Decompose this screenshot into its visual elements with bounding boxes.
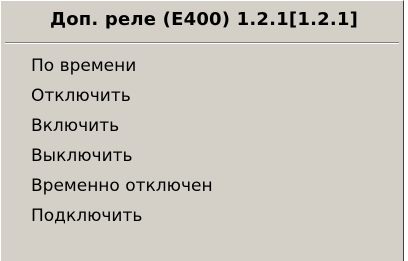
menu-item-enable[interactable]: Включить <box>1 111 403 141</box>
menu-item-turn-off[interactable]: Выключить <box>1 141 403 171</box>
context-menu: Доп. реле (E400) 1.2.1[1.2.1] По времени… <box>0 0 404 261</box>
menu-item-temporarily-disabled[interactable]: Временно отключен <box>1 171 403 201</box>
menu-item-by-time[interactable]: По времени <box>1 51 403 81</box>
menu-title: Доп. реле (E400) 1.2.1[1.2.1] <box>49 9 359 30</box>
menu-item-disable[interactable]: Отключить <box>1 81 403 111</box>
menu-separator <box>5 42 399 44</box>
menu-item-connect[interactable]: Подключить <box>1 201 403 231</box>
